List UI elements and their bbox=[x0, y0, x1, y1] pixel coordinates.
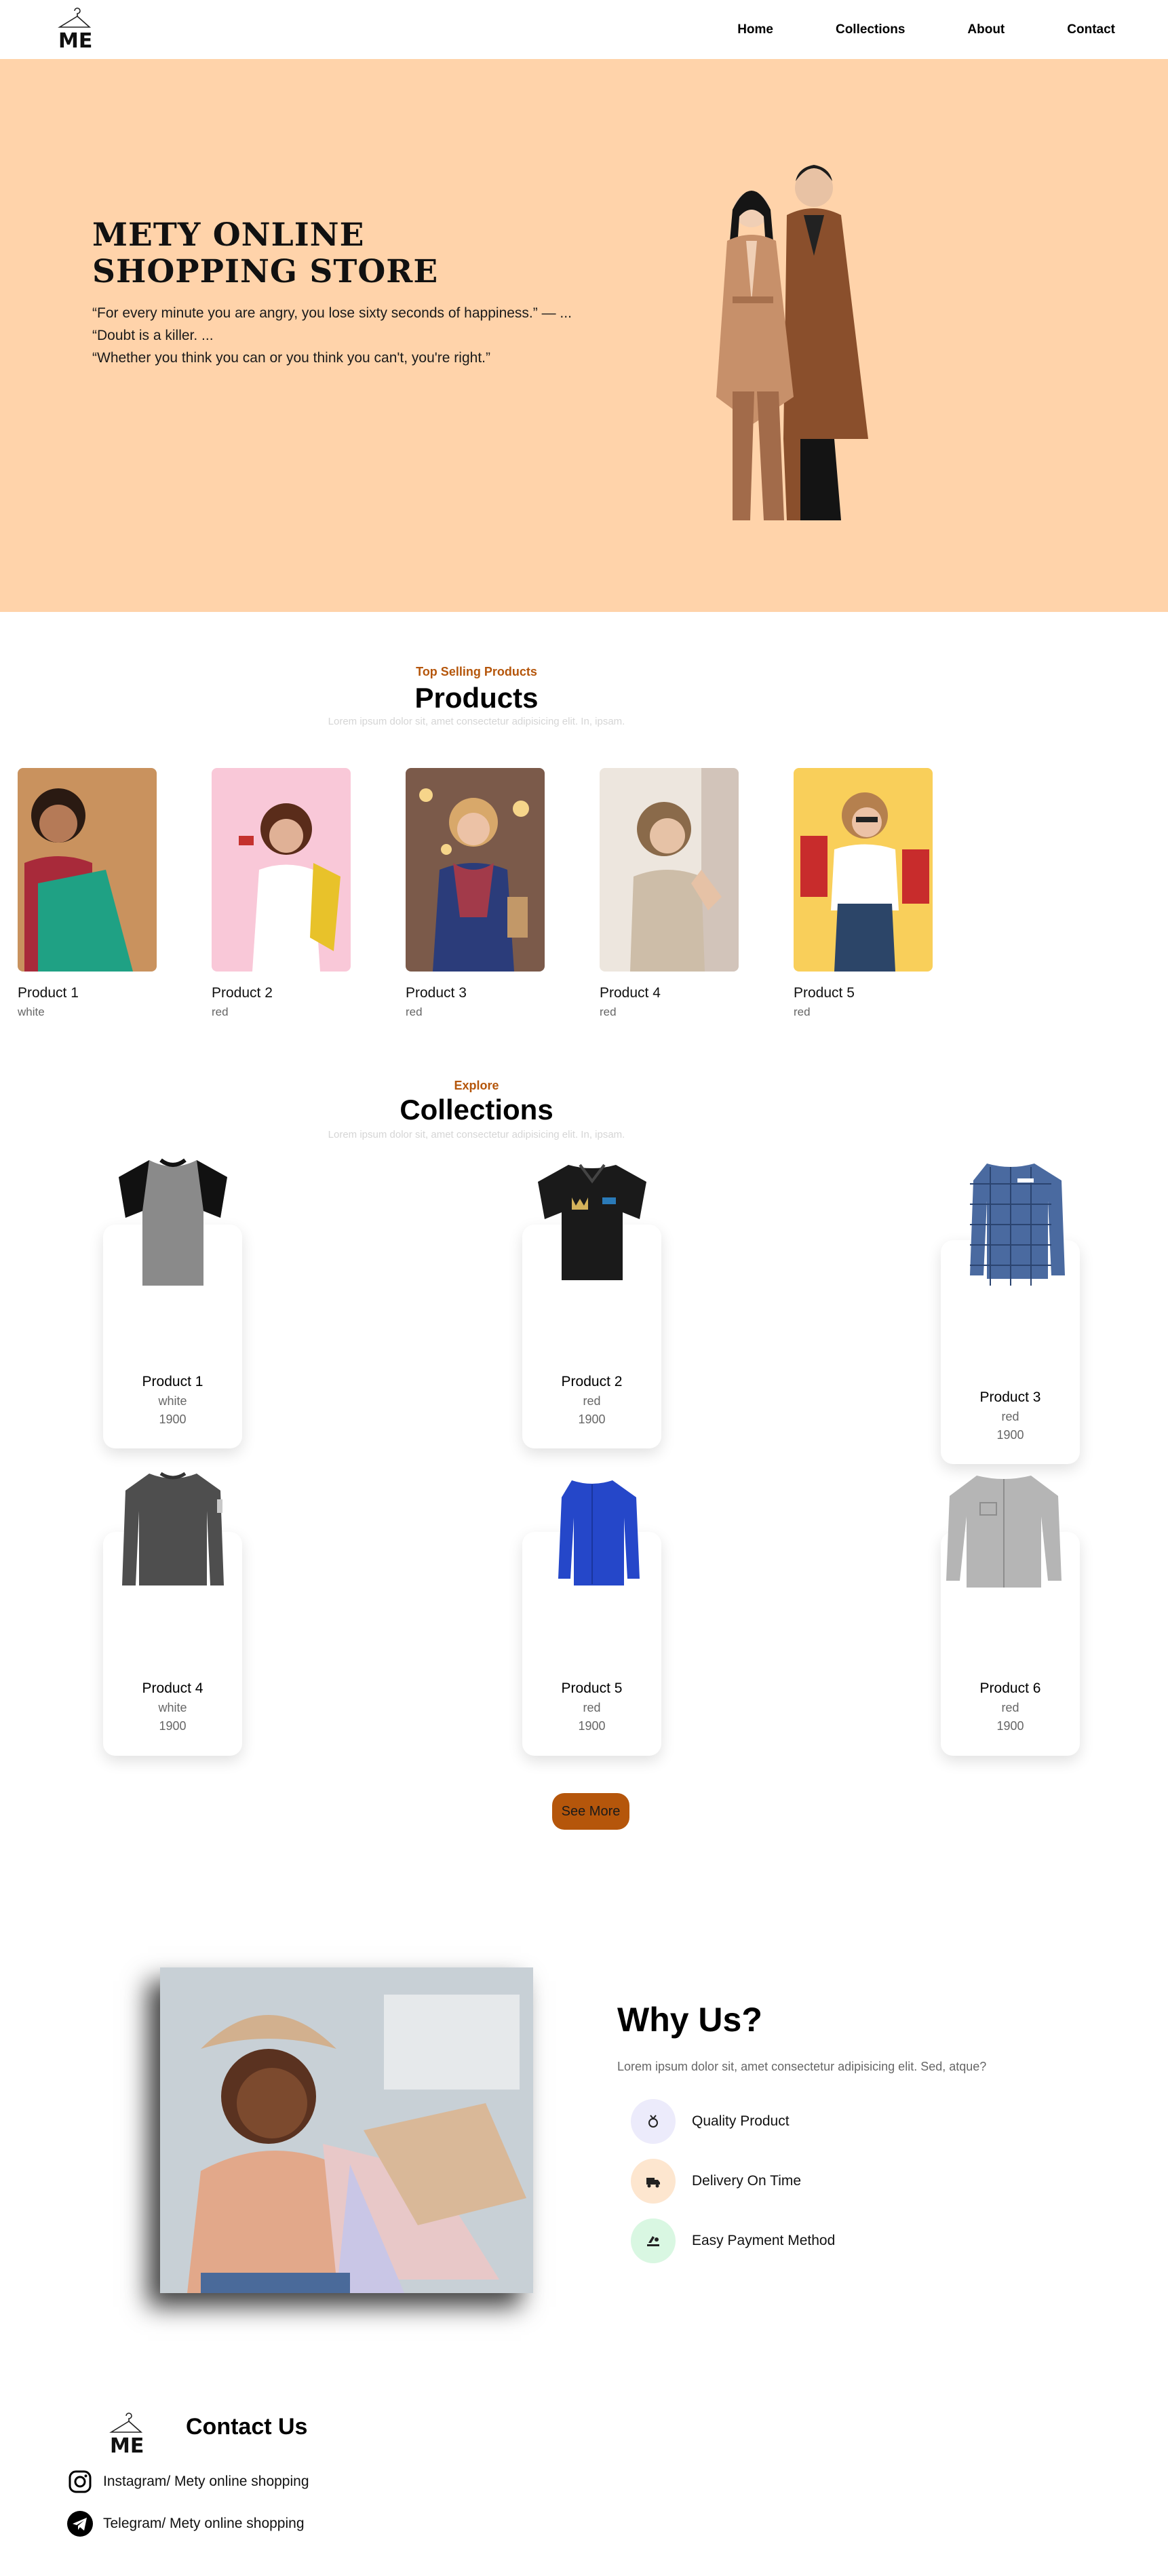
collection-price: 1900 bbox=[996, 1428, 1024, 1442]
hero-quote: “Whether you think you can or you think … bbox=[92, 350, 490, 366]
why-us-lorem: Lorem ipsum dolor sit, amet consectetur … bbox=[617, 2060, 987, 2073]
product-color: white bbox=[18, 1005, 45, 1018]
navbar: ME Home Collections About Contact bbox=[0, 0, 1168, 59]
collection-name: Product 3 bbox=[979, 1389, 1041, 1405]
collection-card-text: Product 3 red 1900 bbox=[941, 1389, 1080, 1442]
collections-lorem: Lorem ipsum dolor sit, amet consectetur … bbox=[328, 1129, 625, 1140]
hero-quotes: “For every minute you are angry, you los… bbox=[92, 302, 572, 369]
why-label: Easy Payment Method bbox=[692, 2233, 836, 2248]
collection-name: Product 2 bbox=[561, 1374, 623, 1389]
product-card[interactable]: Product 5 red bbox=[794, 768, 933, 1019]
product-name: Product 1 bbox=[18, 985, 79, 1001]
product-color: red bbox=[794, 1005, 811, 1018]
collection-card-text: Product 1 white 1900 bbox=[103, 1374, 242, 1427]
product-color: red bbox=[212, 1005, 229, 1018]
product-image[interactable] bbox=[794, 768, 933, 972]
collection-card-text: Product 6 red 1900 bbox=[941, 1680, 1080, 1733]
product-color: red bbox=[406, 1005, 423, 1018]
collection-card-text: Product 4 white 1900 bbox=[103, 1680, 242, 1733]
hero-models-image bbox=[716, 165, 868, 520]
nav-about[interactable]: About bbox=[967, 22, 1005, 37]
product-image[interactable] bbox=[18, 768, 157, 972]
collection-color: red bbox=[1001, 1410, 1019, 1423]
collection-name: Product 6 bbox=[979, 1680, 1041, 1696]
telegram-link[interactable]: Telegram/ Mety online shopping bbox=[103, 2516, 305, 2532]
hero-title: METY ONLINE SHOPPING STORE bbox=[92, 217, 438, 290]
product-card[interactable]: Product 4 red bbox=[600, 768, 739, 1019]
blue-shirt-image bbox=[558, 1480, 640, 1585]
delivery-icon bbox=[631, 2159, 676, 2204]
products-subtitle: Top Selling Products bbox=[416, 665, 537, 678]
why-item-payment: Easy Payment Method bbox=[631, 2218, 835, 2263]
grey-shirt-image bbox=[946, 1476, 1062, 1588]
collection-card-text: Product 5 red 1900 bbox=[522, 1680, 661, 1733]
polo-black-image bbox=[538, 1164, 646, 1280]
collection-price: 1900 bbox=[159, 1719, 187, 1733]
nav-home[interactable]: Home bbox=[737, 22, 773, 37]
instagram-link[interactable]: Instagram/ Mety online shopping bbox=[103, 2474, 309, 2490]
hanger-logo-icon[interactable]: ME bbox=[56, 7, 94, 50]
plaid-shirt-image bbox=[970, 1164, 1065, 1286]
product-card[interactable]: Product 2 red bbox=[212, 768, 351, 1019]
contact-instagram[interactable]: Instagram/ Mety online shopping bbox=[66, 2468, 309, 2495]
why-us-image bbox=[160, 1967, 533, 2293]
product-name: Product 4 bbox=[600, 985, 661, 1001]
contact-telegram[interactable]: Telegram/ Mety online shopping bbox=[66, 2510, 305, 2537]
collection-price: 1900 bbox=[578, 1412, 606, 1426]
nav-contact[interactable]: Contact bbox=[1067, 22, 1115, 37]
product-card[interactable]: Product 3 red bbox=[406, 768, 545, 1019]
medal-icon bbox=[631, 2099, 676, 2144]
product-color: red bbox=[600, 1005, 617, 1018]
svg-text:ME: ME bbox=[110, 2434, 144, 2455]
hero-quote: “Doubt is a killer. ... bbox=[92, 328, 214, 343]
why-label: Delivery On Time bbox=[692, 2173, 802, 2189]
collection-price: 1900 bbox=[578, 1719, 606, 1733]
collection-price: 1900 bbox=[159, 1412, 187, 1426]
collections-title: Collections bbox=[400, 1094, 553, 1126]
product-name: Product 3 bbox=[406, 985, 467, 1001]
products-lorem: Lorem ipsum dolor sit, amet consectetur … bbox=[328, 716, 625, 727]
hero-title-line1: METY ONLINE bbox=[92, 216, 365, 254]
product-card[interactable]: Product 1 white bbox=[18, 768, 157, 1019]
collection-color: white bbox=[158, 1394, 187, 1408]
hero-title-line2: SHOPPING STORE bbox=[92, 253, 439, 290]
collections-subtitle: Explore bbox=[454, 1079, 499, 1092]
hero-section: METY ONLINE SHOPPING STORE “For every mi… bbox=[0, 59, 1168, 612]
product-name: Product 5 bbox=[794, 985, 855, 1001]
telegram-icon[interactable] bbox=[66, 2510, 94, 2537]
instagram-icon[interactable] bbox=[66, 2468, 94, 2495]
why-item-quality: Quality Product bbox=[631, 2099, 790, 2144]
product-name: Product 2 bbox=[212, 985, 273, 1001]
why-us-title: Why Us? bbox=[617, 2001, 762, 2039]
tshirt-grey-image bbox=[119, 1158, 227, 1286]
see-more-button[interactable]: See More bbox=[552, 1793, 629, 1830]
svg-text:ME: ME bbox=[58, 29, 92, 50]
nav-links: Home Collections About Contact bbox=[675, 0, 1115, 59]
product-image[interactable] bbox=[600, 768, 739, 972]
collection-color: red bbox=[583, 1701, 601, 1714]
collection-price: 1900 bbox=[996, 1719, 1024, 1733]
collection-name: Product 1 bbox=[142, 1374, 203, 1389]
product-image[interactable] bbox=[406, 768, 545, 972]
collection-color: white bbox=[158, 1701, 187, 1714]
collection-card-text: Product 2 red 1900 bbox=[522, 1374, 661, 1427]
why-label: Quality Product bbox=[692, 2113, 790, 2129]
contact-title: Contact Us bbox=[186, 2414, 308, 2440]
longsleeve-grey-image bbox=[122, 1472, 224, 1585]
collection-name: Product 4 bbox=[142, 1680, 203, 1696]
collection-name: Product 5 bbox=[561, 1680, 623, 1696]
why-item-delivery: Delivery On Time bbox=[631, 2159, 801, 2204]
products-title: Products bbox=[414, 682, 539, 714]
nav-collections[interactable]: Collections bbox=[836, 22, 905, 37]
payment-icon bbox=[631, 2218, 676, 2263]
hero-quote: “For every minute you are angry, you los… bbox=[92, 305, 572, 321]
collection-color: red bbox=[583, 1394, 601, 1408]
product-image[interactable] bbox=[212, 768, 351, 972]
collection-color: red bbox=[1001, 1701, 1019, 1714]
hanger-logo-icon: ME bbox=[109, 2412, 144, 2455]
